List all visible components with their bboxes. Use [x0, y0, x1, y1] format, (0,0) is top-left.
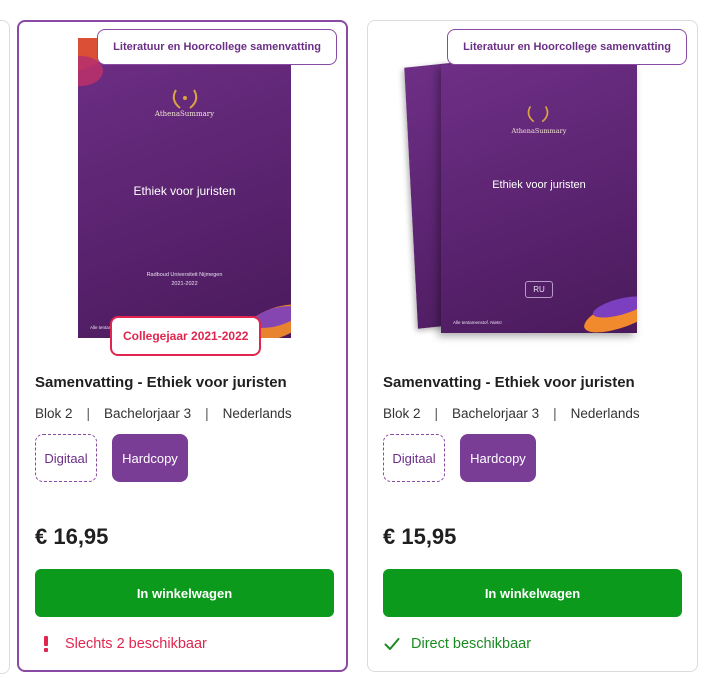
product-cover-image[interactable]: AthenaSummary Ethiek voor juristen Radbo… [78, 38, 291, 338]
meta-block: Blok 2 [35, 406, 73, 421]
stock-text: Slechts 2 beschikbaar [65, 636, 207, 652]
product-title[interactable]: Samenvatting - Ethiek voor juristen [35, 374, 287, 391]
cover-title: Ethiek voor juristen [492, 179, 586, 191]
academic-year-badge: Collegejaar 2021-2022 [110, 316, 262, 356]
cover-year: 2021-2022 [171, 281, 198, 287]
meta-separator: | [86, 406, 91, 421]
option-hardcopy-button[interactable]: Hardcopy [460, 434, 536, 482]
product-meta: Blok 2 | Bachelorjaar 3 | Nederlands [383, 406, 640, 421]
meta-separator: | [205, 406, 209, 421]
stock-status: Direct beschikbaar [383, 636, 531, 652]
previous-product-card-edge [0, 20, 10, 674]
category-badge: Literatuur en Hoorcollege samenvatting [97, 29, 337, 65]
option-digital-button[interactable]: Digitaal [35, 434, 97, 482]
product-cover-image[interactable]: AthenaSummary Ethiek voor juristen RU Al… [404, 47, 651, 347]
product-price: € 16,95 [35, 524, 109, 549]
add-to-cart-button[interactable]: In winkelwagen [383, 569, 682, 617]
checkmark-icon [383, 637, 401, 651]
stock-status: Slechts 2 beschikbaar [37, 636, 207, 652]
product-card[interactable]: AthenaSummary Ethiek voor juristen Radbo… [17, 20, 348, 672]
product-card[interactable]: AthenaSummary Ethiek voor juristen RU Al… [367, 20, 698, 672]
meta-year: Bachelorjaar 3 [104, 406, 192, 421]
add-to-cart-button[interactable]: In winkelwagen [35, 569, 334, 617]
wreath-logo-icon [527, 105, 549, 123]
meta-separator: | [434, 406, 439, 421]
product-title[interactable]: Samenvatting - Ethiek voor juristen [383, 374, 635, 391]
stock-text: Direct beschikbaar [411, 636, 532, 652]
option-hardcopy-button[interactable]: Hardcopy [112, 434, 188, 482]
exclamation-icon [37, 636, 55, 652]
meta-language: Nederlands [222, 406, 292, 421]
cover-brand: AthenaSummary [154, 110, 215, 118]
wreath-logo-icon [172, 89, 197, 109]
cover-university-code: RU [525, 281, 553, 298]
cover-footer: Alle tentamenstof. Niets! [453, 320, 502, 325]
cover-title: Ethiek voor juristen [133, 184, 236, 198]
meta-language: Nederlands [570, 406, 640, 421]
meta-separator: | [553, 406, 557, 421]
product-price: € 15,95 [383, 524, 457, 549]
category-badge: Literatuur en Hoorcollege samenvatting [447, 29, 687, 65]
cover-university: Radboud Universiteit Nijmegen [146, 272, 223, 278]
meta-year: Bachelorjaar 3 [452, 406, 540, 421]
cover-brand: AthenaSummary [511, 127, 567, 135]
product-meta: Blok 2 | Bachelorjaar 3 | Nederlands [35, 406, 292, 421]
option-digital-button[interactable]: Digitaal [383, 434, 445, 482]
meta-block: Blok 2 [383, 406, 421, 421]
